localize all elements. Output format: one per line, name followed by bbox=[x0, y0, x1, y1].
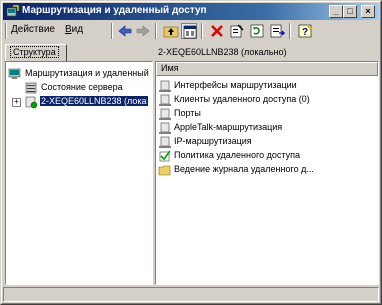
list-item[interactable]: Политика удаленного доступа bbox=[158, 149, 376, 163]
details-pane: 2-XEQE60LLNB238 (локально) Имя Интерфейс… bbox=[155, 41, 379, 285]
export-list-icon[interactable] bbox=[269, 23, 286, 39]
list-item-label: IP-маршрутизация bbox=[174, 136, 252, 146]
list-item[interactable]: Интерфейсы маршрутизации bbox=[158, 79, 376, 93]
tree-node-server-label: 2-XEQE60LLNB238 (лока bbox=[40, 96, 148, 106]
menu-view-accel: В bbox=[65, 24, 72, 35]
list-item[interactable]: IP-маршрутизация bbox=[158, 135, 376, 149]
appletalk-icon bbox=[158, 121, 172, 135]
details-list[interactable]: Имя Интерфейсы маршрутизации Клиенты уда… bbox=[155, 61, 379, 285]
window-title: Маршрутизация и удаленный доступ bbox=[22, 5, 207, 16]
list-item-label: Политика удаленного доступа bbox=[174, 150, 300, 160]
column-header-name[interactable]: Имя bbox=[156, 62, 378, 76]
list-item[interactable]: AppleTalk-маршрутизация bbox=[158, 121, 376, 135]
tree-pane: Структура Маршрутизация и удаленный Сост… bbox=[3, 41, 153, 285]
toolbar-separator bbox=[111, 23, 113, 39]
forward-icon[interactable] bbox=[135, 23, 151, 39]
list-item[interactable]: Порты bbox=[158, 107, 376, 121]
svg-text:?: ? bbox=[302, 27, 308, 38]
menu-action-accel: Д bbox=[11, 24, 18, 35]
list-item-label: AppleTalk-маршрутизация bbox=[174, 122, 283, 132]
toolbar-separator bbox=[155, 23, 157, 39]
toolbar-grip bbox=[5, 23, 7, 39]
toolbar-separator bbox=[201, 23, 203, 39]
server-icon bbox=[24, 95, 38, 109]
status-cell bbox=[3, 287, 379, 302]
close-button[interactable]: × bbox=[361, 5, 375, 18]
back-icon[interactable] bbox=[117, 23, 133, 39]
routing-root-icon bbox=[8, 67, 22, 81]
properties-view-icon[interactable] bbox=[181, 23, 197, 39]
tree-node-root-label: Маршрутизация и удаленный bbox=[25, 68, 149, 78]
delete-icon[interactable] bbox=[209, 23, 225, 39]
expand-toggle[interactable]: + bbox=[12, 98, 21, 107]
maximize-button[interactable]: □ bbox=[343, 5, 357, 18]
list-item-label: Порты bbox=[174, 108, 201, 118]
menu-action-rest: ействие bbox=[17, 24, 55, 35]
refresh-icon[interactable] bbox=[249, 23, 265, 39]
help-icon[interactable]: ? bbox=[297, 23, 313, 39]
list-item-label: Ведение журнала удаленного д... bbox=[174, 164, 314, 174]
title-bar[interactable]: Маршрутизация и удаленный доступ _ □ × bbox=[3, 3, 379, 20]
policy-icon bbox=[158, 149, 172, 163]
details-header: 2-XEQE60LLNB238 (локально) bbox=[158, 47, 287, 57]
tab-tree[interactable]: Структура bbox=[5, 44, 67, 61]
minimize-button[interactable]: _ bbox=[329, 5, 343, 18]
toolbar-separator bbox=[289, 23, 291, 39]
ip-routing-icon bbox=[158, 135, 172, 149]
folder-icon bbox=[158, 163, 172, 177]
list-item-label: Клиенты удаленного доступа (0) bbox=[174, 94, 310, 104]
console-tree[interactable]: Маршрутизация и удаленный Состояние серв… bbox=[5, 61, 153, 285]
properties-icon[interactable] bbox=[229, 23, 245, 39]
toolbar: Действие Вид ? bbox=[3, 21, 379, 41]
list-item[interactable]: Клиенты удаленного доступа (0) bbox=[158, 93, 376, 107]
tree-node-server-status-label: Состояние сервера bbox=[41, 82, 123, 92]
menu-view-rest: ид bbox=[71, 24, 84, 35]
menu-view[interactable]: Вид bbox=[65, 24, 83, 35]
tab-tree-label: Структура bbox=[10, 46, 59, 58]
list-item[interactable]: Ведение журнала удаленного д... bbox=[158, 163, 376, 177]
ports-icon bbox=[158, 107, 172, 121]
routing-app-icon bbox=[6, 5, 19, 18]
interfaces-icon bbox=[158, 79, 172, 93]
clients-icon bbox=[158, 93, 172, 107]
list-item-label: Интерфейсы маршрутизации bbox=[174, 80, 297, 90]
menu-action[interactable]: Действие bbox=[11, 24, 55, 35]
up-folder-icon[interactable] bbox=[163, 23, 179, 39]
status-bar bbox=[3, 287, 379, 303]
main-window: Маршрутизация и удаленный доступ _ □ × Д… bbox=[0, 0, 382, 305]
server-status-icon bbox=[24, 81, 38, 95]
